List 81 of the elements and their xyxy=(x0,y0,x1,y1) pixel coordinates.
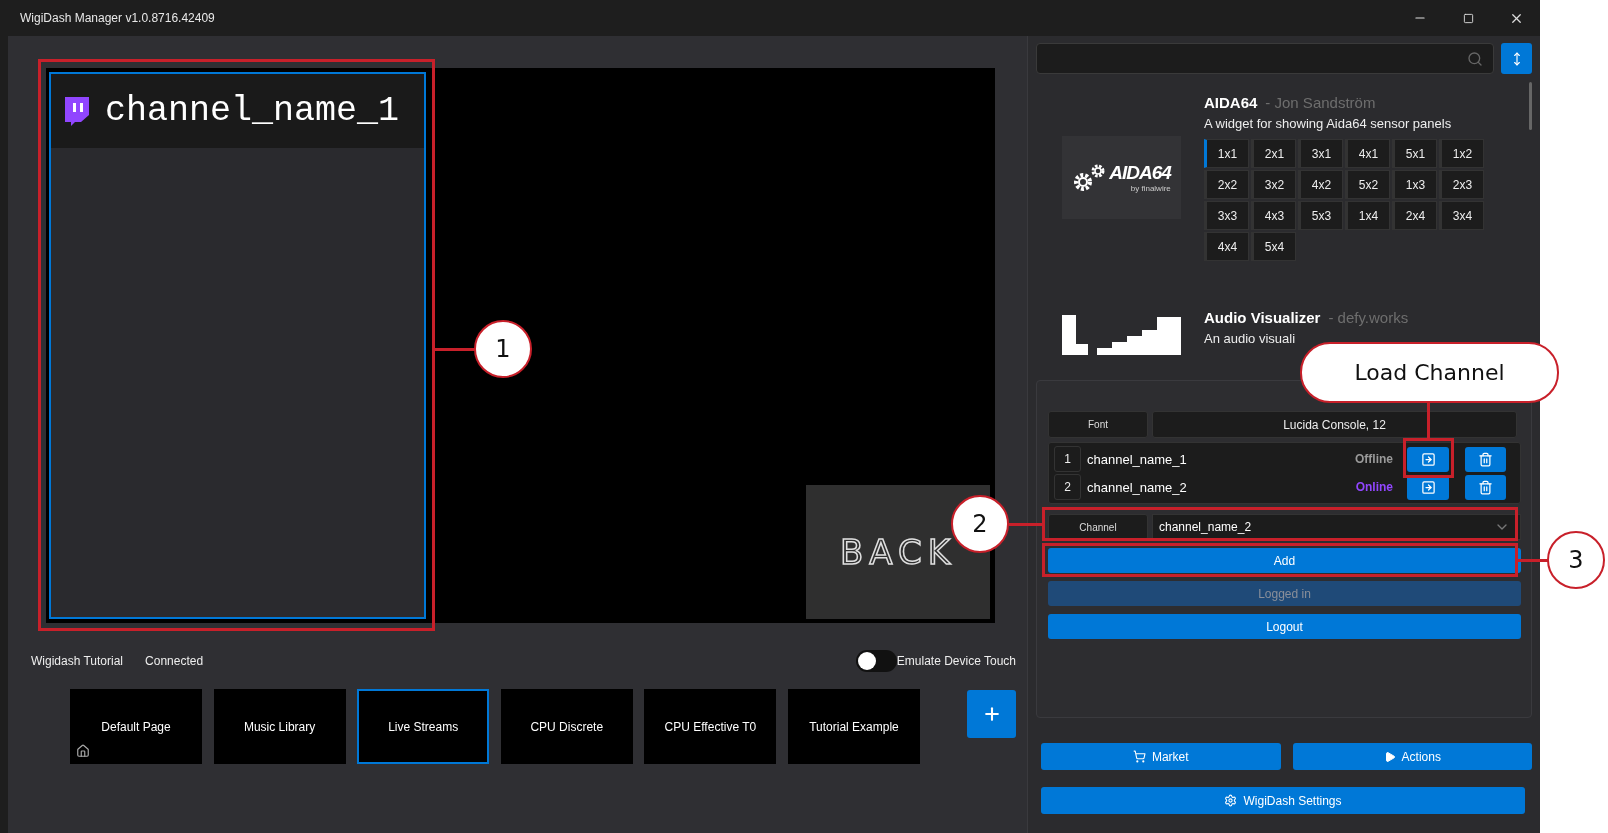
size-option[interactable]: 2x4 xyxy=(1392,201,1437,230)
number-marker: 3 xyxy=(1547,531,1605,589)
channel-name: channel_name_2 xyxy=(1087,479,1188,495)
logo-text: AIDA64 xyxy=(1109,162,1171,184)
size-option[interactable]: 2x1 xyxy=(1251,139,1296,168)
size-option[interactable]: 2x2 xyxy=(1204,170,1249,199)
size-option[interactable]: 1x1 xyxy=(1204,139,1249,168)
widget-author: - defy.works xyxy=(1328,309,1409,326)
settings-icon xyxy=(1224,794,1238,807)
search-icon xyxy=(1467,50,1483,67)
button-label: Market xyxy=(1151,749,1189,764)
channel-index: 1 xyxy=(1054,446,1081,472)
page-tile[interactable]: Tutorial Example xyxy=(787,689,920,764)
widget-description: A widget for showing Aida64 sensor panels xyxy=(1204,116,1453,131)
actions-button[interactable]: Actions xyxy=(1292,743,1532,770)
size-option[interactable]: 5x2 xyxy=(1345,170,1390,199)
widget-author: - Jon Sandström xyxy=(1265,94,1376,111)
play-icon xyxy=(1383,750,1396,763)
arrow-box-icon xyxy=(1420,479,1436,495)
font-label: Font xyxy=(1048,411,1148,438)
scrollbar xyxy=(1529,82,1532,130)
window-title: WigiDash Manager v1.0.8716.42409 xyxy=(20,11,216,25)
size-option[interactable]: 3x2 xyxy=(1251,170,1296,199)
highlight-frame xyxy=(1403,438,1454,478)
action-button[interactable]: Add xyxy=(1048,548,1521,573)
size-option[interactable]: 3x1 xyxy=(1298,139,1343,168)
load-channel-button[interactable] xyxy=(1407,446,1449,472)
leader-line xyxy=(435,348,475,351)
channel-name: channel_name_1 xyxy=(1087,451,1188,467)
size-option[interactable]: 3x3 xyxy=(1204,201,1249,230)
widget-description: An audio visuali xyxy=(1204,331,1297,346)
trash-icon xyxy=(1478,451,1493,467)
page-tile[interactable]: CPU Effective T0 xyxy=(644,689,777,764)
button-label: Actions xyxy=(1401,749,1441,764)
delete-button[interactable] xyxy=(1465,474,1506,500)
device-name: Wigidash Tutorial xyxy=(31,654,124,668)
search-field[interactable] xyxy=(1036,43,1494,74)
size-option[interactable]: 5x3 xyxy=(1298,201,1343,230)
connection-status: Connected xyxy=(145,654,204,668)
size-option[interactable]: 5x1 xyxy=(1392,139,1437,168)
page-tile[interactable]: Music Library xyxy=(213,689,346,764)
leader-line xyxy=(1427,403,1430,438)
page-tile[interactable]: CPU Discrete xyxy=(500,689,633,764)
settings-button[interactable]: WigiDash Settings xyxy=(1041,787,1525,814)
channel-status: Online xyxy=(1355,480,1393,494)
delete-button[interactable] xyxy=(1465,446,1506,472)
channel-label: Channel xyxy=(1048,514,1148,540)
channel-index: 2 xyxy=(1054,474,1081,500)
market-button[interactable]: Market xyxy=(1041,743,1281,770)
add-page-button[interactable] xyxy=(967,690,1016,738)
maximize-icon xyxy=(1462,12,1474,24)
button-label: WigiDash Settings xyxy=(1243,793,1342,808)
sort-button[interactable] xyxy=(1501,43,1532,74)
size-option[interactable]: 1x4 xyxy=(1345,201,1390,230)
size-option[interactable]: 4x4 xyxy=(1204,232,1249,261)
page-tile[interactable]: Live Streams xyxy=(357,689,490,764)
toggle-label: Emulate Device Touch xyxy=(896,654,1016,668)
widget-name: Audio Visualizer xyxy=(1204,309,1321,326)
arrow-box-icon xyxy=(1420,451,1436,467)
leader-line xyxy=(1009,523,1042,526)
size-option[interactable]: 4x2 xyxy=(1298,170,1343,199)
trash-icon xyxy=(1478,479,1493,495)
size-option[interactable]: 3x4 xyxy=(1439,201,1484,230)
cart-icon xyxy=(1132,750,1146,763)
size-option[interactable]: 2x3 xyxy=(1439,170,1484,199)
logo-subtext: by finalwire xyxy=(1130,184,1171,193)
size-option[interactable]: 5x4 xyxy=(1251,232,1296,261)
channel-dropdown[interactable]: channel_name_2 xyxy=(1152,514,1521,540)
channel-status: Offline xyxy=(1355,452,1393,466)
font-value[interactable]: Lucida Console, 12 xyxy=(1152,411,1517,438)
size-option[interactable]: 1x3 xyxy=(1392,170,1437,199)
callout-label: Load Channel xyxy=(1300,342,1559,403)
action-button[interactable]: Logout xyxy=(1048,614,1521,639)
page-tile[interactable]: Default Page xyxy=(70,689,202,764)
size-option[interactable]: 4x1 xyxy=(1345,139,1390,168)
leader-line xyxy=(1518,559,1548,562)
touch-toggle[interactable] xyxy=(855,650,897,672)
size-option[interactable]: 1x2 xyxy=(1439,139,1484,168)
channel-name: channel_name_1 xyxy=(105,91,400,131)
widget-name: AIDA64 xyxy=(1204,94,1258,111)
size-option[interactable]: 4x3 xyxy=(1251,201,1296,230)
